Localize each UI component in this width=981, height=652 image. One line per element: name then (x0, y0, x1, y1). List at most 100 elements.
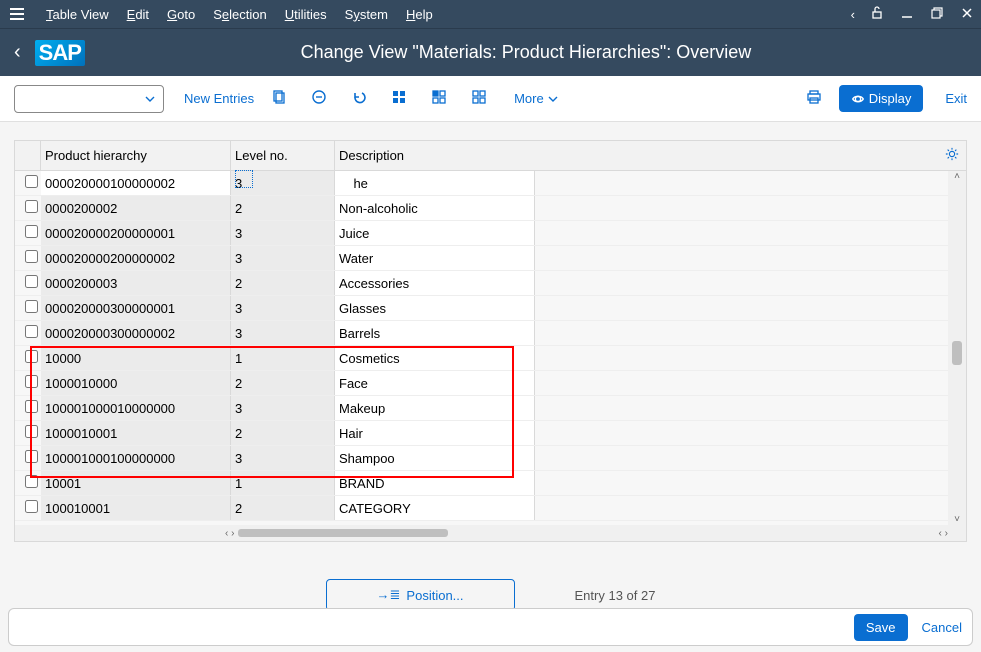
cell-product-hierarchy[interactable]: 000020000300000002 (41, 321, 231, 345)
delete-icon[interactable] (304, 89, 334, 109)
select-all-header[interactable] (15, 141, 41, 170)
select-all-icon[interactable] (384, 89, 414, 109)
cell-level: 3 (231, 171, 335, 195)
col-description[interactable]: Description (335, 148, 938, 163)
save-button[interactable]: Save (854, 614, 908, 641)
cell-description[interactable]: Accessories (335, 271, 535, 295)
row-checkbox[interactable] (25, 475, 38, 488)
menu-edit[interactable]: Edit (127, 7, 149, 22)
copy-as-icon[interactable] (264, 89, 294, 109)
menu-system[interactable]: System (345, 7, 388, 22)
unlock-icon[interactable] (869, 5, 885, 24)
table-row[interactable]: 0000200001000000023 he (15, 171, 966, 196)
cell-product-hierarchy[interactable]: 000020000200000001 (41, 221, 231, 245)
cell-product-hierarchy[interactable]: 000020000100000002 (41, 171, 231, 195)
cell-level: 1 (231, 346, 335, 370)
position-button[interactable]: →≣Position... (326, 579, 515, 611)
close-window-icon[interactable] (959, 5, 975, 24)
cell-level: 2 (231, 371, 335, 395)
print-icon[interactable] (799, 89, 829, 109)
row-checkbox[interactable] (25, 200, 38, 213)
horizontal-scrollbar[interactable]: ‹ › ‹ › (15, 525, 966, 541)
cell-description[interactable]: Water (335, 246, 535, 270)
bottom-action-bar: Save Cancel (8, 608, 973, 646)
cell-product-hierarchy[interactable]: 100001000010000000 (41, 396, 231, 420)
cell-level: 3 (231, 396, 335, 420)
table-row[interactable]: 1000100012CATEGORY (15, 496, 966, 521)
row-checkbox[interactable] (25, 375, 38, 388)
menu-selection[interactable]: Selection (213, 7, 266, 22)
cell-product-hierarchy[interactable]: 000020000200000002 (41, 246, 231, 270)
col-level-no[interactable]: Level no. (231, 141, 335, 170)
cell-product-hierarchy[interactable]: 100010001 (41, 496, 231, 520)
cell-description[interactable]: CATEGORY (335, 496, 535, 520)
row-checkbox[interactable] (25, 250, 38, 263)
table-row[interactable]: 100011BRAND (15, 471, 966, 496)
row-checkbox[interactable] (25, 175, 38, 188)
cell-description[interactable]: Juice (335, 221, 535, 245)
display-button[interactable]: Display (839, 85, 924, 112)
col-product-hierarchy[interactable]: Product hierarchy (41, 141, 231, 170)
cell-description[interactable]: Shampoo (335, 446, 535, 470)
menu-items: Table View Edit Goto Selection Utilities… (46, 7, 433, 22)
cell-product-hierarchy[interactable]: 1000010000 (41, 371, 231, 395)
table-row[interactable]: 10000100002Face (15, 371, 966, 396)
table-row[interactable]: 1000010001000000003Shampoo (15, 446, 966, 471)
menu-goto[interactable]: Goto (167, 7, 195, 22)
more-button[interactable]: More (514, 91, 558, 106)
cell-description[interactable]: Face (335, 371, 535, 395)
cell-product-hierarchy[interactable]: 0000200002 (41, 196, 231, 220)
row-checkbox[interactable] (25, 450, 38, 463)
cell-product-hierarchy[interactable]: 10001 (41, 471, 231, 495)
menu-table-view[interactable]: Table View (46, 7, 109, 22)
row-checkbox[interactable] (25, 275, 38, 288)
row-checkbox[interactable] (25, 400, 38, 413)
cancel-button[interactable]: Cancel (922, 620, 962, 635)
minimize-window-icon[interactable] (899, 5, 915, 24)
vertical-scrollbar[interactable]: ˄ ˅ (948, 171, 966, 525)
cell-product-hierarchy[interactable]: 000020000300000001 (41, 296, 231, 320)
deselect-all-icon[interactable] (464, 89, 494, 109)
row-checkbox[interactable] (25, 325, 38, 338)
cell-product-hierarchy[interactable]: 10000 (41, 346, 231, 370)
cell-description[interactable]: Cosmetics (335, 346, 535, 370)
row-checkbox[interactable] (25, 500, 38, 513)
menu-help[interactable]: Help (406, 7, 433, 22)
cell-product-hierarchy[interactable]: 100001000100000000 (41, 446, 231, 470)
select-block-icon[interactable] (424, 89, 454, 109)
cell-description[interactable]: Glasses (335, 296, 535, 320)
undo-icon[interactable] (344, 89, 374, 109)
new-entries-button[interactable]: New Entries (184, 91, 254, 106)
cell-product-hierarchy[interactable]: 0000200003 (41, 271, 231, 295)
hamburger-menu-icon[interactable] (6, 3, 28, 25)
entry-counter: Entry 13 of 27 (575, 588, 656, 603)
table-row[interactable]: 0000200002000000023Water (15, 246, 966, 271)
cell-description[interactable]: BRAND (335, 471, 535, 495)
table-row[interactable]: 0000200003000000013Glasses (15, 296, 966, 321)
table-row[interactable]: 10000100012Hair (15, 421, 966, 446)
table-row[interactable]: 00002000022Non-alcoholic (15, 196, 966, 221)
exit-button[interactable]: Exit (945, 91, 967, 106)
restore-window-icon[interactable] (929, 5, 945, 24)
table-row[interactable]: 0000200002000000013Juice (15, 221, 966, 246)
cell-level: 2 (231, 421, 335, 445)
row-checkbox[interactable] (25, 350, 38, 363)
cell-product-hierarchy[interactable]: 1000010001 (41, 421, 231, 445)
row-checkbox[interactable] (25, 425, 38, 438)
configure-columns-icon[interactable] (938, 147, 966, 164)
command-dropdown[interactable] (14, 85, 164, 113)
cell-description[interactable]: Non-alcoholic (335, 196, 535, 220)
table-row[interactable]: 00002000032Accessories (15, 271, 966, 296)
row-checkbox[interactable] (25, 300, 38, 313)
cell-description[interactable]: Hair (335, 421, 535, 445)
row-checkbox[interactable] (25, 225, 38, 238)
cell-description[interactable]: he (335, 171, 535, 195)
cell-description[interactable]: Makeup (335, 396, 535, 420)
table-row[interactable]: 0000200003000000023Barrels (15, 321, 966, 346)
cell-description[interactable]: Barrels (335, 321, 535, 345)
table-row[interactable]: 1000010000100000003Makeup (15, 396, 966, 421)
menu-utilities[interactable]: Utilities (285, 7, 327, 22)
back-button[interactable]: ‹ (14, 41, 21, 64)
table-row[interactable]: 100001Cosmetics (15, 346, 966, 371)
nav-left-icon[interactable]: ‹ (851, 7, 855, 22)
